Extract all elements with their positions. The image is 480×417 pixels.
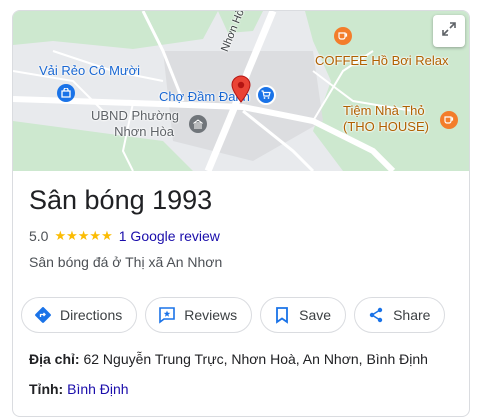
share-button[interactable]: Share xyxy=(354,297,446,333)
expand-map-button[interactable] xyxy=(433,15,465,47)
address-value: 62 Nguyễn Trung Trực, Nhơn Hoà, An Nhơn,… xyxy=(83,351,428,367)
province-row: Tỉnh: Bình Định xyxy=(29,381,129,397)
bookmark-icon xyxy=(273,306,291,324)
reviews-label: Reviews xyxy=(184,307,238,323)
review-count-link[interactable]: 1 Google review xyxy=(119,228,220,244)
province-label: Tỉnh: xyxy=(29,381,64,397)
ubnd-line2: Nhơn Hòa xyxy=(114,124,174,139)
place-category: Sân bóng đá ở Thị xã An Nhơn xyxy=(29,254,223,270)
shopping-bag-icon[interactable] xyxy=(57,84,75,102)
share-label: Share xyxy=(393,307,431,323)
poi-label-ubnd[interactable]: UBND Phường Nhơn Hòa xyxy=(91,108,179,140)
review-icon xyxy=(158,306,176,324)
shopping-cart-icon[interactable] xyxy=(256,85,276,105)
address-label: Địa chỉ: xyxy=(29,351,80,367)
tiem-nha-tho-line1: Tiệm Nhà Thỏ xyxy=(343,103,425,118)
directions-icon xyxy=(34,306,52,324)
address-row: Địa chỉ: 62 Nguyễn Trung Trực, Nhơn Hoà,… xyxy=(29,351,428,367)
place-title: Sân bóng 1993 xyxy=(29,185,213,215)
share-icon xyxy=(367,306,385,324)
save-button[interactable]: Save xyxy=(260,297,347,333)
tiem-nha-tho-line2: (THO HOUSE) xyxy=(343,119,429,134)
government-building-icon[interactable] xyxy=(189,115,207,133)
reviews-button[interactable]: Reviews xyxy=(145,297,253,333)
directions-label: Directions xyxy=(60,307,123,323)
poi-label-coffee[interactable]: COFFEE Hồ Bơi Relax xyxy=(315,53,449,68)
province-link[interactable]: Bình Định xyxy=(67,381,128,397)
action-buttons: Directions Reviews Save Share xyxy=(21,297,453,333)
rating-value: 5.0 xyxy=(29,228,49,244)
ubnd-line1: UBND Phường xyxy=(91,108,180,123)
rating-row: 5.0 ★★★★★ 1 Google review xyxy=(29,228,220,244)
rating-stars: ★★★★★ xyxy=(54,228,113,243)
place-card: Nhơn Hòa - Bìn Vải Rẻo Cô Mười UBND Phườ… xyxy=(12,10,470,417)
location-pin-icon[interactable] xyxy=(231,75,251,108)
map-preview[interactable]: Nhơn Hòa - Bìn Vải Rẻo Cô Mười UBND Phườ… xyxy=(13,11,469,171)
poi-label-tiem-nha-tho[interactable]: Tiệm Nhà Thỏ (THO HOUSE) xyxy=(343,103,429,135)
expand-icon xyxy=(441,21,457,42)
directions-button[interactable]: Directions xyxy=(21,297,138,333)
poi-label-vai-reo[interactable]: Vải Rẻo Cô Mười xyxy=(39,63,140,78)
coffee-cup-icon[interactable] xyxy=(440,111,458,129)
save-label: Save xyxy=(299,307,332,323)
coffee-cup-icon[interactable] xyxy=(334,27,352,45)
